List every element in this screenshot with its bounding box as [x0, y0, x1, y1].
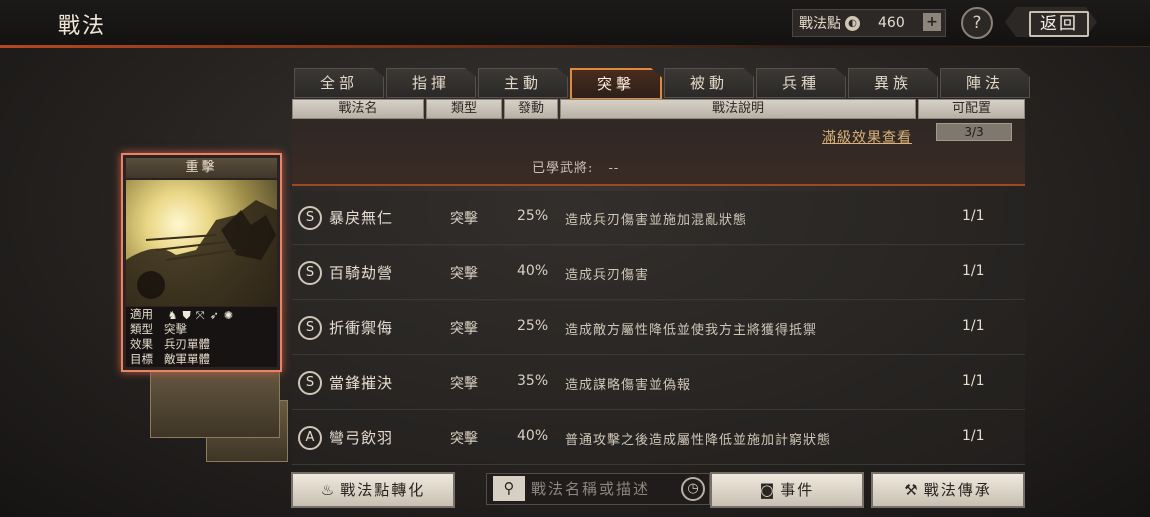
cavalry-icon: ♞: [167, 308, 178, 322]
back-button[interactable]: 返回: [1005, 7, 1097, 37]
tactic-count: 1/1: [962, 263, 985, 279]
effect-label: 效果: [130, 337, 153, 351]
tactic-rate: 25%: [517, 318, 549, 334]
col-config-header[interactable]: 可配置: [918, 99, 1025, 119]
help-button[interactable]: ?: [961, 7, 993, 39]
hammer-icon: ⚒: [904, 481, 920, 499]
list-item[interactable]: S 百騎劫營 突擊 40% 造成兵刃傷害 1/1: [292, 246, 1025, 300]
inherit-label: 戰法傳承: [923, 481, 992, 499]
tactic-card[interactable]: 重擊 適用 ♞ ⛊ ⤧ ➶ ✺ 類型 突擊 效果 兵刃單體 目標 敵軍單體: [121, 153, 282, 372]
tactic-name: 暴戾無仁: [329, 209, 394, 227]
tab-passive[interactable]: 被動: [664, 68, 754, 98]
tab-command[interactable]: 指揮: [386, 68, 476, 98]
grade-badge: A: [298, 426, 322, 450]
type-label: 類型: [130, 322, 153, 336]
tactic-desc: 造成兵刃傷害: [565, 268, 650, 283]
event-button[interactable]: ◙ 事件: [710, 472, 864, 508]
tactic-rate: 40%: [517, 428, 549, 444]
clock-icon[interactable]: ◷: [681, 477, 705, 501]
add-points-button[interactable]: +: [923, 13, 941, 31]
list-item[interactable]: S 當鋒摧決 突擊 35% 造成謀略傷害並偽報 1/1: [292, 356, 1025, 410]
max-level-effect-link[interactable]: 滿級效果查看: [822, 127, 912, 147]
tactic-desc: 造成兵刃傷害並施加混亂狀態: [565, 213, 748, 228]
search-bar: ⚲ ◷: [486, 473, 710, 505]
list-item[interactable]: S 暴戾無仁 突擊 25% 造成兵刃傷害並施加混亂狀態 1/1: [292, 191, 1025, 245]
target-label: 目標: [130, 352, 153, 366]
tactic-rate: 40%: [517, 263, 549, 279]
top-bar: 戰法 戰法點 ◐ 460 + ? 返回: [0, 0, 1150, 48]
learned-label: 已學武將:: [532, 161, 594, 176]
effect-value: 兵刃單體: [164, 337, 210, 351]
tab-active[interactable]: 主動: [478, 68, 568, 98]
spear-icon: ➶: [209, 308, 219, 322]
grade-badge: S: [298, 371, 322, 395]
tactic-desc: 普通攻擊之後造成屬性降低並施加計窮狀態: [565, 433, 832, 448]
card-info: 適用 ♞ ⛊ ⤧ ➶ ✺ 類型 突擊 效果 兵刃單體 目標 敵軍單體: [126, 307, 277, 367]
tactic-count: 1/1: [962, 318, 985, 334]
tactic-type: 突擊: [450, 431, 478, 447]
tactic-desc: 造成謀略傷害並偽報: [565, 378, 692, 393]
tactic-desc: 造成敵方屬性降低並使我方主將獲得抵禦: [565, 323, 818, 338]
tab-formation[interactable]: 陣法: [940, 68, 1030, 98]
category-tabs: 全部 指揮 主動 突擊 被動 兵種 異族 陣法: [294, 68, 1032, 100]
tab-assault[interactable]: 突擊: [570, 68, 662, 100]
flame-icon: ♨: [320, 481, 337, 499]
convert-label: 戰法點轉化: [340, 481, 426, 499]
points-label: 戰法點: [799, 16, 841, 32]
col-type-header[interactable]: 類型: [426, 99, 502, 119]
config-counter: 3/3: [936, 123, 1012, 141]
card-artwork: [126, 180, 277, 306]
tactic-rate: 35%: [517, 373, 549, 389]
col-name-header[interactable]: 戰法名: [292, 99, 424, 119]
back-label: 返回: [1029, 11, 1089, 37]
grade-badge: S: [298, 316, 322, 340]
tactic-count: 1/1: [962, 208, 985, 224]
tactic-type: 突擊: [450, 376, 478, 392]
tactic-points-box: 戰法點 ◐ 460 +: [792, 9, 946, 37]
tactic-count: 1/1: [962, 428, 985, 444]
points-coin-icon: ◐: [845, 15, 860, 31]
target-value: 敵軍單體: [164, 352, 210, 366]
tactic-type: 突擊: [450, 211, 478, 227]
convert-points-button[interactable]: ♨ 戰法點轉化: [291, 472, 455, 508]
col-desc-header: 戰法說明: [560, 99, 916, 119]
tactic-name: 當鋒摧決: [329, 374, 394, 392]
tab-foreign[interactable]: 異族: [848, 68, 938, 98]
tactic-type: 突擊: [450, 321, 478, 337]
tactic-name: 折衝禦侮: [329, 319, 394, 337]
selected-tactic-panel: 滿級效果查看 3/3 已學武將: --: [292, 120, 1025, 186]
shield-icon: ⛊: [182, 308, 191, 322]
applies-label: 適用: [130, 307, 153, 321]
col-trigger-header[interactable]: 發動: [504, 99, 558, 119]
tactic-rate: 25%: [517, 208, 549, 224]
wheel-icon: ✺: [223, 308, 234, 322]
bow-icon: ⤧: [195, 308, 205, 322]
list-item[interactable]: S 折衝禦侮 突擊 25% 造成敵方屬性降低並使我方主將獲得抵禦 1/1: [292, 301, 1025, 355]
search-input[interactable]: [529, 476, 673, 502]
learned-generals: 已學武將: --: [532, 157, 619, 176]
type-value: 突擊: [164, 322, 187, 336]
event-icon: ◙: [759, 481, 777, 499]
page-title: 戰法: [58, 14, 107, 39]
tactic-count: 1/1: [962, 373, 985, 389]
learned-value: --: [608, 161, 620, 176]
list-item[interactable]: A 彎弓飲羽 突擊 40% 普通攻擊之後造成屬性降低並施加計窮狀態 1/1: [292, 411, 1025, 465]
tab-all[interactable]: 全部: [294, 68, 384, 98]
card-title: 重擊: [126, 158, 277, 178]
tactic-type: 突擊: [450, 266, 478, 282]
search-icon[interactable]: ⚲: [493, 476, 525, 501]
tab-troop[interactable]: 兵種: [756, 68, 846, 98]
event-label: 事件: [780, 481, 815, 499]
inherit-tactic-button[interactable]: ⚒ 戰法傳承: [871, 472, 1025, 508]
tactic-name: 百騎劫營: [329, 264, 394, 282]
tactic-list: S 暴戾無仁 突擊 25% 造成兵刃傷害並施加混亂狀態 1/1 S 百騎劫營 突…: [292, 191, 1025, 466]
grade-badge: S: [298, 261, 322, 285]
points-value: 460: [878, 15, 905, 31]
tactic-name: 彎弓飲羽: [329, 429, 394, 447]
grade-badge: S: [298, 206, 322, 230]
